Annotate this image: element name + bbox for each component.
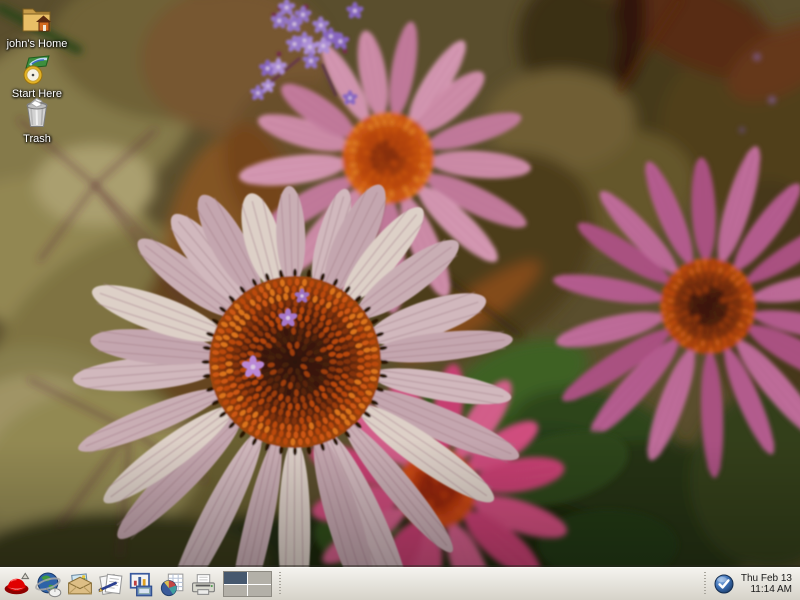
word-processor-launcher[interactable]: [96, 570, 126, 599]
desktop: john's Home Start Here Trash: [0, 0, 800, 600]
email-launcher[interactable]: [65, 570, 95, 599]
desktop-icon-label: john's Home: [7, 38, 68, 50]
web-browser-icon: [35, 571, 63, 598]
workspace-cell-2[interactable]: [248, 572, 271, 584]
printer-launcher[interactable]: [189, 570, 219, 599]
clock-date: Thu Feb 13: [741, 573, 792, 585]
printer-icon: [190, 571, 218, 598]
update-notifier-button[interactable]: [712, 574, 736, 594]
taskbar-panel: Thu Feb 13 11:14 AM: [0, 567, 800, 600]
desktop-icon-label: Trash: [23, 133, 51, 145]
wallpaper: [0, 0, 800, 600]
spreadsheet-launcher[interactable]: [158, 570, 188, 599]
workspace-cell-1[interactable]: [224, 572, 247, 584]
email-client-icon: [66, 571, 94, 598]
clock-time: 11:14 AM: [741, 584, 792, 596]
workspace-cell-3[interactable]: [224, 585, 247, 597]
desktop-icon-start-here[interactable]: Start Here: [4, 54, 70, 100]
word-processor-icon: [97, 571, 125, 598]
clock[interactable]: Thu Feb 13 11:14 AM: [737, 573, 797, 596]
presentation-launcher[interactable]: [127, 570, 157, 599]
panel-drag-handle[interactable]: [703, 572, 709, 596]
workspace-switcher[interactable]: [223, 571, 272, 597]
desktop-icon-home[interactable]: john's Home: [4, 2, 70, 50]
spreadsheet-icon: [159, 571, 187, 598]
panel-drag-handle[interactable]: [278, 572, 284, 596]
trash-can-icon: [19, 95, 55, 131]
presentation-icon: [128, 571, 156, 598]
web-browser-launcher[interactable]: [34, 570, 64, 599]
update-check-icon: [714, 574, 734, 594]
home-folder-icon: [19, 2, 55, 36]
workspace-cell-4[interactable]: [248, 585, 271, 597]
main-menu-button[interactable]: [3, 570, 33, 599]
start-here-icon: [19, 54, 55, 86]
desktop-icon-trash[interactable]: Trash: [4, 95, 70, 145]
redhat-main-menu-icon: [4, 571, 32, 598]
